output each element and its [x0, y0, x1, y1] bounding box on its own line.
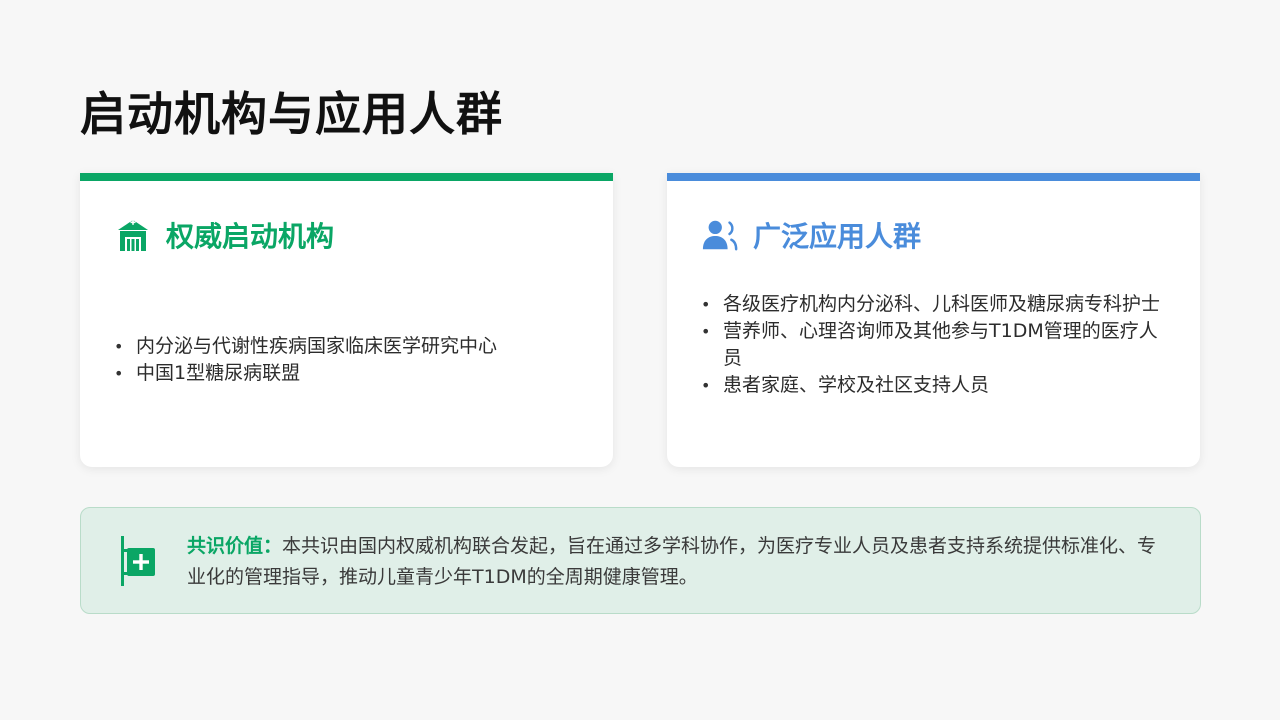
card-title: 广泛应用人群: [753, 220, 922, 253]
population-list: 各级医疗机构内分泌科、儿科医师及糖尿病专科护士 营养师、心理咨询师及其他参与T1…: [701, 291, 1160, 399]
list-item: 营养师、心理咨询师及其他参与T1DM管理的医疗人员: [701, 318, 1160, 372]
page-title: 启动机构与应用人群: [80, 87, 503, 141]
consensus-value-banner: 共识价值：本共识由国内权威机构联合发起，旨在通过多学科协作，为医疗专业人员及患者…: [80, 507, 1201, 614]
list-item: 中国1型糖尿病联盟: [114, 360, 573, 387]
banner-label: 共识价值：: [187, 535, 283, 557]
users-icon: [701, 216, 739, 254]
institution-list: 内分泌与代谢性疾病国家临床医学研究中心 中国1型糖尿病联盟: [114, 333, 573, 387]
application-population-card: 广泛应用人群 各级医疗机构内分泌科、儿科医师及糖尿病专科护士 营养师、心理咨询师…: [667, 173, 1200, 467]
card-header: 广泛应用人群: [701, 215, 921, 255]
card-header: 权威启动机构: [114, 215, 334, 255]
hospital-icon: [114, 216, 152, 254]
list-item: 患者家庭、学校及社区支持人员: [701, 372, 1160, 399]
launch-institutions-card: 权威启动机构 内分泌与代谢性疾病国家临床医学研究中心 中国1型糖尿病联盟: [80, 173, 613, 467]
list-item: 各级医疗机构内分泌科、儿科医师及糖尿病专科护士: [701, 291, 1160, 318]
medical-plus-icon: [117, 536, 165, 586]
card-title: 权威启动机构: [166, 220, 335, 253]
list-item: 内分泌与代谢性疾病国家临床医学研究中心: [114, 333, 573, 360]
banner-body: 本共识由国内权威机构联合发起，旨在通过多学科协作，为医疗专业人员及患者支持系统提…: [187, 535, 1157, 588]
banner-text: 共识价值：本共识由国内权威机构联合发起，旨在通过多学科协作，为医疗专业人员及患者…: [187, 531, 1170, 593]
